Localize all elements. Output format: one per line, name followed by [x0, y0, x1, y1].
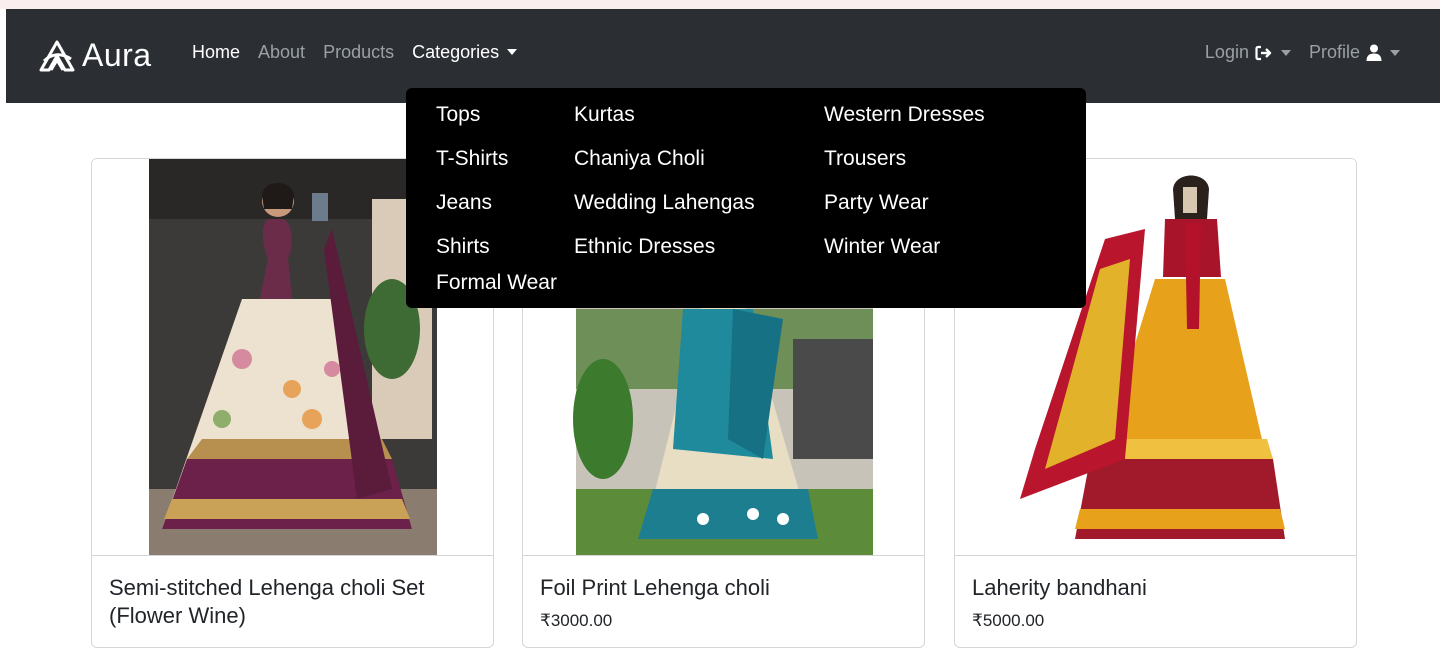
login-label: Login: [1204, 42, 1249, 62]
categories-dropdown-menu: Tops T-Shirts Jeans Shirts Formal Wear K…: [406, 88, 1086, 308]
category-item[interactable]: Wedding Lahengas: [574, 191, 755, 215]
user-nav: Login Profile: [1187, 42, 1400, 63]
category-item[interactable]: Chaniya Choli: [574, 147, 705, 171]
login-icon: [1255, 45, 1273, 61]
category-item[interactable]: Kurtas: [574, 103, 635, 127]
profile-label: Profile: [1308, 42, 1360, 62]
user-icon: [1366, 44, 1382, 61]
chevron-down-icon: [507, 49, 518, 55]
product-title[interactable]: Laherity bandhani: [972, 574, 1339, 602]
category-item[interactable]: Ethnic Dresses: [574, 235, 715, 259]
chevron-down-icon: [1280, 49, 1291, 56]
nav-categories-toggle[interactable]: Categories: [412, 42, 518, 63]
login-dropdown-toggle[interactable]: Login: [1205, 42, 1291, 63]
top-strip: [0, 0, 1440, 9]
category-item[interactable]: T-Shirts: [436, 147, 508, 171]
nav-home[interactable]: Home: [192, 42, 240, 63]
aura-logo-icon: [38, 39, 76, 73]
product-price: ₹5000.00: [972, 611, 1045, 630]
nav-about[interactable]: About: [258, 42, 305, 63]
chevron-down-icon: [1390, 49, 1400, 56]
category-item[interactable]: Formal Wear: [436, 271, 557, 295]
product-title[interactable]: Semi-stitched Lehenga choli Set (Flower …: [109, 574, 476, 630]
nav-products[interactable]: Products: [323, 42, 394, 63]
category-item[interactable]: Tops: [436, 103, 480, 127]
category-item[interactable]: Jeans: [436, 191, 492, 215]
profile-dropdown-toggle[interactable]: Profile: [1309, 42, 1400, 63]
category-item[interactable]: Trousers: [824, 147, 906, 171]
category-item[interactable]: Shirts: [436, 235, 490, 259]
brand-name: Aura: [82, 37, 152, 73]
product-price: ₹3000.00: [540, 611, 613, 630]
nav-categories-label: Categories: [412, 42, 500, 62]
category-item[interactable]: Winter Wear: [824, 235, 940, 259]
category-item[interactable]: Party Wear: [824, 191, 929, 215]
product-title[interactable]: Foil Print Lehenga choli: [540, 574, 907, 602]
brand-link[interactable]: Aura: [38, 37, 152, 74]
category-item[interactable]: Western Dresses: [824, 103, 985, 127]
main-nav: Home About Products Categories: [192, 42, 535, 63]
